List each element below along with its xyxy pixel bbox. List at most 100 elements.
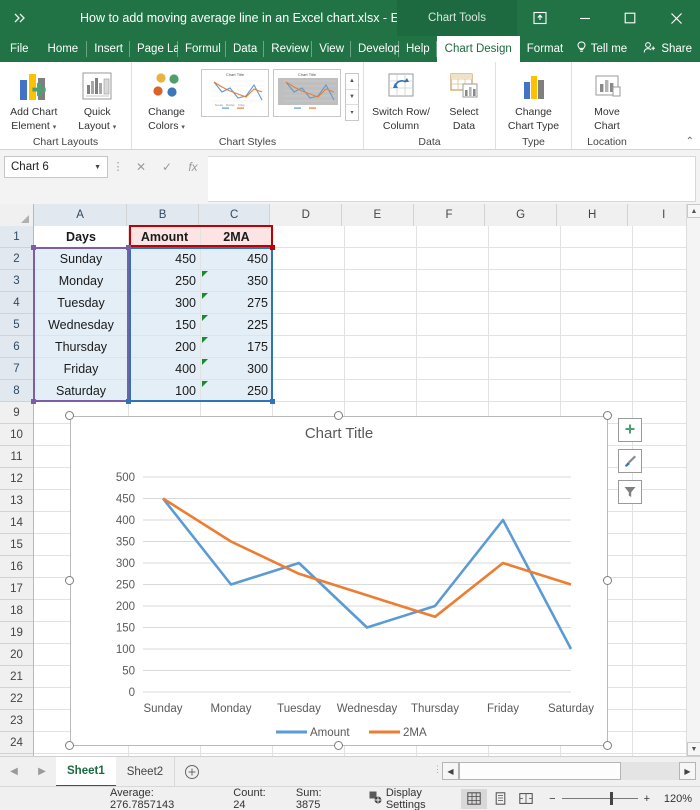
cell-c7[interactable]: 300 xyxy=(201,358,272,379)
page-break-preview-button[interactable] xyxy=(513,789,539,809)
tab-format[interactable]: Format xyxy=(520,36,568,62)
page-layout-view-button[interactable] xyxy=(487,789,513,809)
scroll-down-icon[interactable]: ▼ xyxy=(687,742,700,756)
range-handle[interactable] xyxy=(126,245,131,250)
minimize-icon[interactable] xyxy=(562,0,607,36)
tab-chart-design[interactable]: Chart Design xyxy=(436,36,520,62)
chart-resize-handle-n[interactable] xyxy=(334,411,343,420)
cell-b6[interactable]: 200 xyxy=(129,336,200,357)
range-handle[interactable] xyxy=(126,399,131,404)
row-header-5[interactable]: 5 xyxy=(0,314,33,336)
column-header-d[interactable]: D xyxy=(270,204,343,226)
status-count[interactable]: Count: 24 xyxy=(233,787,279,810)
column-header-f[interactable]: F xyxy=(413,204,486,226)
horizontal-scroll-track[interactable] xyxy=(459,762,679,780)
row-header-1[interactable]: 1 xyxy=(0,226,33,248)
row-header-9[interactable]: 9 xyxy=(0,402,33,424)
tab-insert[interactable]: Insert xyxy=(87,36,130,62)
change-colors-button[interactable]: Change Colors ▾ xyxy=(136,65,197,134)
name-box[interactable]: Chart 6 ▼ xyxy=(4,156,108,178)
cell-b1[interactable]: Amount xyxy=(129,226,200,247)
formula-input[interactable] xyxy=(208,156,696,202)
ribbon-display-options-icon[interactable] xyxy=(517,0,562,36)
cell-a5[interactable]: Wednesday xyxy=(34,314,128,335)
cell-a8[interactable]: Saturday xyxy=(34,380,128,401)
select-data-button[interactable]: Select Data xyxy=(438,65,490,132)
move-chart-button[interactable]: Move Chart xyxy=(576,65,638,132)
cell-c8[interactable]: 250 xyxy=(201,380,272,401)
close-icon[interactable] xyxy=(652,0,700,36)
chart-styles-button[interactable] xyxy=(618,449,642,473)
tell-me-button[interactable]: Tell me xyxy=(568,36,635,62)
share-button[interactable]: Share xyxy=(635,36,700,62)
cell-c4[interactable]: 275 xyxy=(201,292,272,313)
range-handle[interactable] xyxy=(31,399,36,404)
cell-a7[interactable]: Friday xyxy=(34,358,128,379)
row-header-24[interactable]: 24 xyxy=(0,732,33,754)
zoom-level-label[interactable]: 120% xyxy=(656,793,692,805)
scroll-up-icon[interactable]: ▲ xyxy=(687,204,700,218)
tab-home[interactable]: Home xyxy=(39,36,88,62)
tab-file[interactable]: File xyxy=(0,36,39,62)
maximize-icon[interactable] xyxy=(607,0,652,36)
cell-c6[interactable]: 175 xyxy=(201,336,272,357)
enter-check-icon[interactable]: ✓ xyxy=(154,156,180,178)
column-header-a[interactable]: A xyxy=(33,204,128,226)
cell-c2[interactable]: 450 xyxy=(201,248,272,269)
chart-resize-handle-se[interactable] xyxy=(603,741,612,750)
chart-resize-handle-nw[interactable] xyxy=(65,411,74,420)
chart-object[interactable]: Chart Title 500 450 400 350 300 250 200 … xyxy=(70,416,608,746)
row-header-15[interactable]: 15 xyxy=(0,534,33,556)
normal-view-button[interactable] xyxy=(461,788,488,809)
switch-row-column-button[interactable]: Switch Row/ Column xyxy=(368,65,434,132)
vertical-scrollbar[interactable]: ▲ ▼ xyxy=(686,204,700,756)
row-header-22[interactable]: 22 xyxy=(0,688,33,710)
status-sum[interactable]: Sum: 3875 xyxy=(296,787,347,810)
scrollbar-grip[interactable]: ⋮ xyxy=(433,764,442,775)
collapse-ribbon-chevron-icon[interactable]: ⌃ xyxy=(686,136,694,147)
cell-c1[interactable]: 2MA xyxy=(201,226,272,247)
cell-a2[interactable]: Sunday xyxy=(34,248,128,269)
horizontal-scroll-thumb[interactable] xyxy=(459,762,621,780)
quick-access-toolbar-icon[interactable] xyxy=(0,0,40,36)
row-header-17[interactable]: 17 xyxy=(0,578,33,600)
row-header-13[interactable]: 13 xyxy=(0,490,33,512)
gallery-more-icon[interactable]: ▾ xyxy=(346,105,358,120)
zoom-in-button[interactable]: + xyxy=(644,793,650,805)
row-header-16[interactable]: 16 xyxy=(0,556,33,578)
zoom-out-button[interactable]: − xyxy=(549,793,555,805)
zoom-slider[interactable] xyxy=(561,792,638,805)
change-chart-type-button[interactable]: Change Chart Type xyxy=(500,65,567,132)
cell-a1[interactable]: Days xyxy=(34,226,128,247)
tab-developer[interactable]: Develop xyxy=(351,36,399,62)
gallery-scroll-down-icon[interactable]: ▼ xyxy=(346,90,358,106)
row-header-23[interactable]: 23 xyxy=(0,710,33,732)
cell-b8[interactable]: 100 xyxy=(129,380,200,401)
cell-c5[interactable]: 225 xyxy=(201,314,272,335)
scroll-left-icon[interactable]: ◀ xyxy=(442,762,459,780)
insert-function-icon[interactable]: fx xyxy=(180,156,206,178)
row-header-11[interactable]: 11 xyxy=(0,446,33,468)
select-all-button[interactable] xyxy=(0,204,34,226)
cell-a4[interactable]: Tuesday xyxy=(34,292,128,313)
row-header-3[interactable]: 3 xyxy=(0,270,33,292)
range-handle[interactable] xyxy=(270,399,275,404)
quick-layout-button[interactable]: Quick Layout ▾ xyxy=(68,65,128,134)
column-header-g[interactable]: G xyxy=(485,204,557,226)
tab-formulas[interactable]: Formul xyxy=(178,36,226,62)
chart-style-thumbnail-2[interactable]: Chart Title xyxy=(273,69,341,117)
sheet-tab-sheet2[interactable]: Sheet2 xyxy=(116,756,176,787)
row-header-14[interactable]: 14 xyxy=(0,512,33,534)
zoom-slider-thumb[interactable] xyxy=(609,792,613,805)
previous-sheet-icon[interactable]: ◀ xyxy=(10,766,18,777)
row-header-7[interactable]: 7 xyxy=(0,358,33,380)
row-header-4[interactable]: 4 xyxy=(0,292,33,314)
tab-data[interactable]: Data xyxy=(226,36,265,62)
chart-elements-button[interactable] xyxy=(618,418,642,442)
range-handle[interactable] xyxy=(31,245,36,250)
chart-resize-handle-ne[interactable] xyxy=(603,411,612,420)
chevron-down-icon[interactable]: ▼ xyxy=(94,164,101,171)
cell-b4[interactable]: 300 xyxy=(129,292,200,313)
row-header-6[interactable]: 6 xyxy=(0,336,33,358)
column-header-c[interactable]: C xyxy=(198,204,271,226)
